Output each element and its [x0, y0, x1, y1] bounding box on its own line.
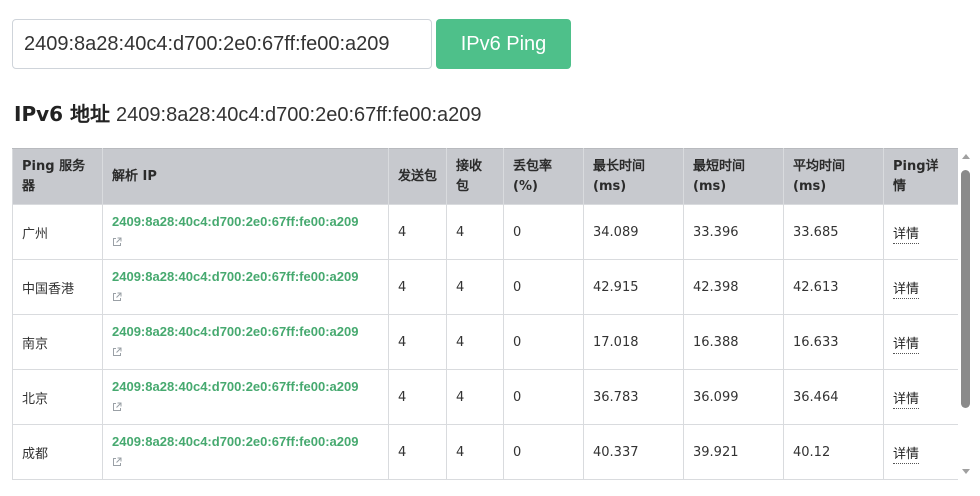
ip-input[interactable] [12, 19, 432, 69]
detail-link[interactable]: 详情 [893, 391, 920, 409]
cell-min: 16.388 [683, 314, 784, 370]
cell-loss: 0 [503, 369, 584, 425]
detail-link[interactable]: 详情 [893, 336, 920, 354]
header-server: Ping 服务器 [12, 148, 103, 205]
address-value: 2409:8a28:40c4:d700:2e0:67ff:fe00:a209 [116, 104, 482, 126]
cell-detail: 详情 [883, 259, 958, 315]
cell-server: 中国香港 [12, 259, 103, 315]
header-loss: 丢包率(%) [503, 148, 584, 205]
cell-avg: 36.464 [783, 369, 884, 425]
external-link-icon[interactable] [112, 236, 122, 246]
cell-server: 广州 [12, 204, 103, 260]
header-avg: 平均时间(ms) [783, 148, 884, 205]
detail-link[interactable]: 详情 [893, 281, 920, 299]
cell-server: 南京 [12, 314, 103, 370]
scrollbar-thumb[interactable] [961, 170, 970, 408]
ping-form: IPv6 Ping [12, 19, 571, 69]
result-table-container: Ping 服务器 解析 IP 发送包 接收包 丢包率(%) 最长时间(ms) 最… [12, 148, 958, 480]
resolved-ip-link[interactable]: 2409:8a28:40c4:d700:2e0:67ff:fe00:a209 [112, 378, 379, 396]
cell-avg: 40.12 [783, 424, 884, 480]
cell-min: 39.921 [683, 424, 784, 480]
page-title: IPv6 地址 2409:8a28:40c4:d700:2e0:67ff:fe00… [14, 98, 482, 127]
external-link-icon[interactable] [112, 456, 122, 466]
cell-ip: 2409:8a28:40c4:d700:2e0:67ff:fe00:a209 [102, 369, 389, 425]
cell-detail: 详情 [883, 204, 958, 260]
cell-received: 4 [446, 424, 504, 480]
scroll-down-arrow-icon[interactable] [962, 469, 970, 474]
cell-loss: 0 [503, 314, 584, 370]
cell-avg: 16.633 [783, 314, 884, 370]
cell-received: 4 [446, 369, 504, 425]
cell-received: 4 [446, 259, 504, 315]
cell-received: 4 [446, 204, 504, 260]
header-ip: 解析 IP [102, 148, 389, 205]
external-link-icon[interactable] [112, 346, 122, 356]
header-received: 接收包 [446, 148, 504, 205]
cell-min: 33.396 [683, 204, 784, 260]
cell-sent: 4 [388, 424, 447, 480]
cell-received: 4 [446, 314, 504, 370]
resolved-ip-link[interactable]: 2409:8a28:40c4:d700:2e0:67ff:fe00:a209 [112, 433, 379, 451]
detail-link[interactable]: 详情 [893, 226, 920, 244]
cell-detail: 详情 [883, 314, 958, 370]
cell-sent: 4 [388, 314, 447, 370]
cell-max: 34.089 [583, 204, 684, 260]
cell-min: 36.099 [683, 369, 784, 425]
external-link-icon[interactable] [112, 291, 122, 301]
cell-ip: 2409:8a28:40c4:d700:2e0:67ff:fe00:a209 [102, 424, 389, 480]
header-sent: 发送包 [388, 148, 447, 205]
cell-max: 40.337 [583, 424, 684, 480]
table-row: 广州 2409:8a28:40c4:d700:2e0:67ff:fe00:a209… [12, 204, 958, 260]
header-max: 最长时间(ms) [583, 148, 684, 205]
cell-max: 36.783 [583, 369, 684, 425]
table-row: 南京 2409:8a28:40c4:d700:2e0:67ff:fe00:a209… [12, 314, 958, 370]
cell-ip: 2409:8a28:40c4:d700:2e0:67ff:fe00:a209 [102, 204, 389, 260]
header-min: 最短时间(ms) [683, 148, 784, 205]
cell-loss: 0 [503, 259, 584, 315]
ipv6-ping-button[interactable]: IPv6 Ping [436, 19, 571, 69]
cell-ip: 2409:8a28:40c4:d700:2e0:67ff:fe00:a209 [102, 314, 389, 370]
cell-sent: 4 [388, 369, 447, 425]
table-header-row: Ping 服务器 解析 IP 发送包 接收包 丢包率(%) 最长时间(ms) 最… [12, 148, 958, 205]
cell-avg: 42.613 [783, 259, 884, 315]
cell-min: 42.398 [683, 259, 784, 315]
external-link-icon[interactable] [112, 401, 122, 411]
detail-link[interactable]: 详情 [893, 446, 920, 464]
cell-sent: 4 [388, 259, 447, 315]
cell-max: 17.018 [583, 314, 684, 370]
table-row: 中国香港 2409:8a28:40c4:d700:2e0:67ff:fe00:a2… [12, 259, 958, 315]
cell-loss: 0 [503, 424, 584, 480]
resolved-ip-link[interactable]: 2409:8a28:40c4:d700:2e0:67ff:fe00:a209 [112, 323, 379, 341]
cell-server: 北京 [12, 369, 103, 425]
cell-max: 42.915 [583, 259, 684, 315]
cell-ip: 2409:8a28:40c4:d700:2e0:67ff:fe00:a209 [102, 259, 389, 315]
address-label: IPv6 地址 [14, 102, 111, 126]
cell-detail: 详情 [883, 424, 958, 480]
cell-avg: 33.685 [783, 204, 884, 260]
cell-server: 成都 [12, 424, 103, 480]
table-scrollbar[interactable] [960, 148, 972, 480]
table-row: 北京 2409:8a28:40c4:d700:2e0:67ff:fe00:a209… [12, 369, 958, 425]
ping-result-table: Ping 服务器 解析 IP 发送包 接收包 丢包率(%) 最长时间(ms) 最… [12, 148, 958, 480]
header-detail: Ping详情 [883, 148, 958, 205]
scroll-up-arrow-icon[interactable] [962, 154, 970, 159]
cell-detail: 详情 [883, 369, 958, 425]
cell-loss: 0 [503, 204, 584, 260]
page: IPv6 Ping IPv6 地址2409:8a28:40c4:d700:2e0… [0, 0, 980, 496]
cell-sent: 4 [388, 204, 447, 260]
resolved-ip-link[interactable]: 2409:8a28:40c4:d700:2e0:67ff:fe00:a209 [112, 268, 379, 286]
table-row: 成都 2409:8a28:40c4:d700:2e0:67ff:fe00:a209… [12, 424, 958, 480]
resolved-ip-link[interactable]: 2409:8a28:40c4:d700:2e0:67ff:fe00:a209 [112, 213, 379, 231]
